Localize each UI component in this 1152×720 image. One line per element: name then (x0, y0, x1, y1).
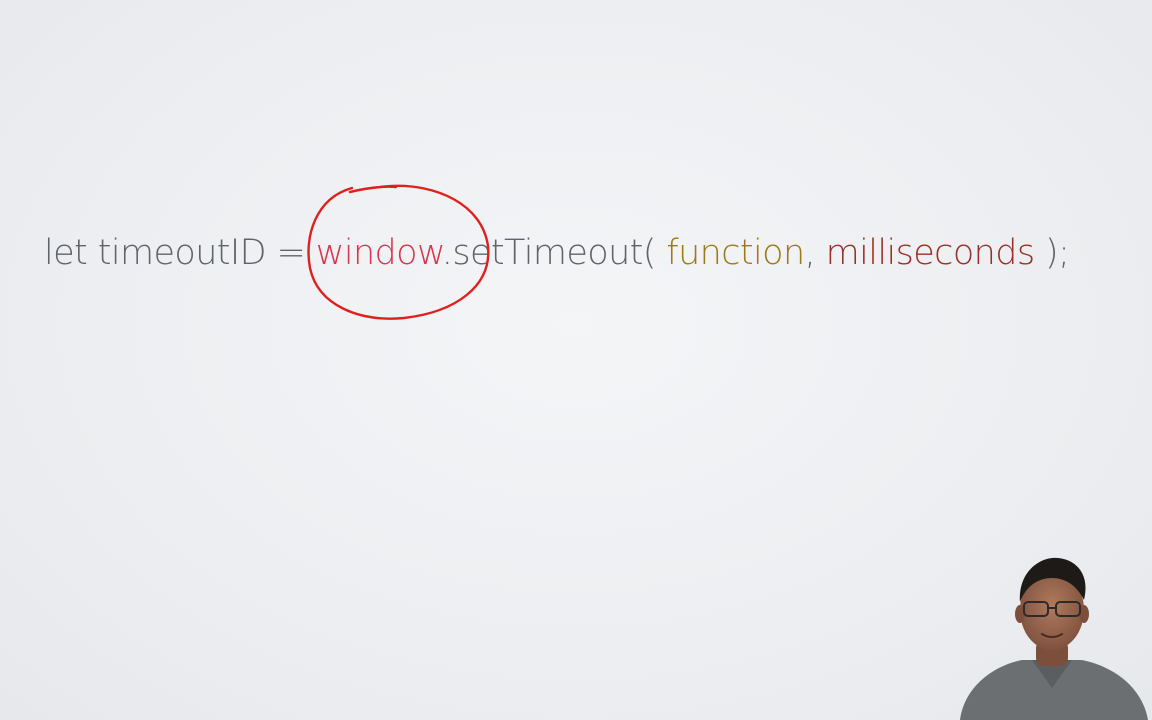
variable-name: timeoutID (97, 233, 267, 273)
function-argument: function (666, 233, 805, 273)
keyword-let: let (44, 233, 88, 273)
red-circle-annotation (307, 184, 490, 320)
slide-canvas: let timeoutID = window.setTimeout( funct… (0, 0, 1152, 720)
milliseconds-argument: milliseconds (825, 233, 1035, 273)
closing-tokens: ); (1045, 233, 1070, 273)
presenter-webcam (960, 557, 1148, 720)
comma-separator: , (804, 233, 816, 273)
code-line: let timeoutID = window.setTimeout( funct… (44, 228, 1104, 278)
